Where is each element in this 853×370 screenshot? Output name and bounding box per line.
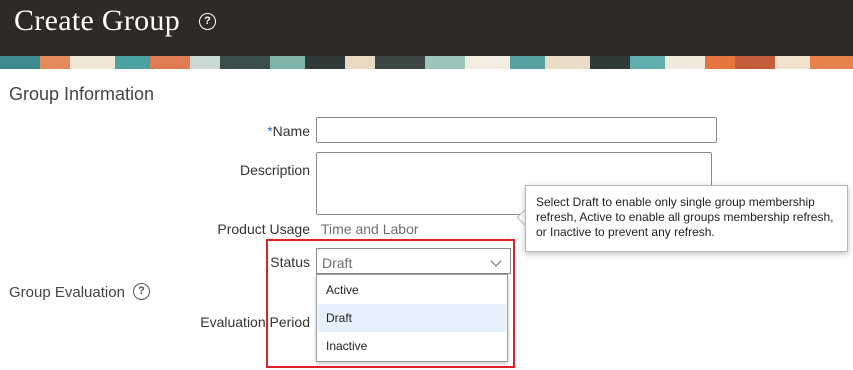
question-circle-icon[interactable]: ? bbox=[133, 283, 150, 300]
page-header: Create Group ? bbox=[0, 0, 853, 56]
product-usage-value: Time and Labor bbox=[321, 221, 419, 237]
name-label-text: Name bbox=[272, 123, 310, 139]
status-tooltip: Select Draft to enable only single group… bbox=[525, 185, 848, 252]
evaluation-period-label: Evaluation Period bbox=[200, 314, 310, 330]
description-label: Description bbox=[239, 162, 310, 178]
section-title-group-information: Group Information bbox=[9, 84, 155, 104]
decorative-banner bbox=[0, 56, 853, 69]
name-input[interactable] bbox=[316, 117, 717, 143]
name-label: *Name bbox=[200, 123, 310, 139]
page-title: Create Group bbox=[14, 4, 181, 37]
question-circle-icon[interactable]: ? bbox=[199, 13, 216, 30]
product-usage-label: Product Usage bbox=[217, 221, 310, 237]
banner-art bbox=[0, 56, 853, 69]
highlight-box bbox=[266, 239, 515, 368]
section-title-group-evaluation: Group Evaluation bbox=[9, 284, 125, 301]
